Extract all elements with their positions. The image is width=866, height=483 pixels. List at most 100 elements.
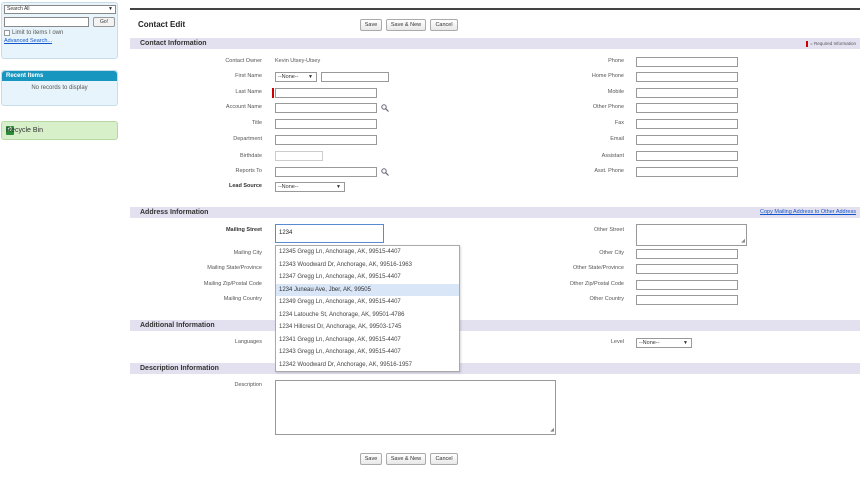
- recycle-bin-label: Recycle Bin: [6, 127, 43, 134]
- limit-to-my-items-checkbox[interactable]: [4, 30, 10, 36]
- last-name-label: Last Name: [235, 89, 262, 95]
- save-button[interactable]: Save: [360, 19, 382, 31]
- description-textarea[interactable]: ◢: [275, 380, 556, 435]
- search-scope-value: Search All: [7, 6, 30, 12]
- autocomplete-suggestion[interactable]: 12345 Gregg Ln, Anchorage, AK, 99515-440…: [276, 246, 459, 259]
- contact-information-header: Contact Information = Required Informati…: [130, 38, 860, 49]
- contact-owner-label: Contact Owner: [225, 58, 262, 64]
- level-select[interactable]: --None-- ▼: [636, 338, 692, 348]
- description-label: Description: [234, 382, 262, 388]
- required-information-label: = Required Information: [810, 41, 856, 46]
- mailing-city-label: Mailing City: [233, 250, 262, 256]
- first-name-input[interactable]: [321, 72, 389, 82]
- assistant-label: Assistant: [601, 153, 624, 159]
- mailing-state-label: Mailing State/Province: [207, 265, 262, 271]
- copy-mailing-address-link[interactable]: Copy Mailing Address to Other Address: [760, 207, 856, 218]
- contact-owner-value: Kevin Utsey-Utsey: [275, 58, 321, 64]
- mobile-input[interactable]: [636, 88, 738, 98]
- home-phone-label: Home Phone: [591, 73, 624, 79]
- section-title: Contact Information: [140, 40, 207, 47]
- autocomplete-suggestion[interactable]: 12343 Gregg Ln, Anchorage, AK, 99515-440…: [276, 346, 459, 359]
- recent-items-title: Recent Items: [2, 71, 117, 81]
- title-label: Title: [251, 120, 262, 126]
- autocomplete-suggestion[interactable]: 12342 Woodward Dr, Anchorage, AK, 99516-…: [276, 359, 459, 372]
- save-button-bottom[interactable]: Save: [360, 453, 382, 465]
- other-country-label: Other Country: [589, 296, 624, 302]
- asst-phone-input[interactable]: [636, 167, 738, 177]
- required-information-legend: = Required Information: [806, 38, 856, 49]
- salutation-select[interactable]: --None-- ▼: [275, 72, 317, 82]
- autocomplete-suggestion[interactable]: 12341 Gregg Ln, Anchorage, AK, 99515-440…: [276, 334, 459, 347]
- resize-grip-icon[interactable]: ◢: [741, 239, 745, 244]
- save-and-new-button[interactable]: Save & New: [386, 19, 426, 31]
- section-title: Description Information: [140, 365, 219, 372]
- lead-source-select[interactable]: --None-- ▼: [275, 182, 345, 192]
- birthdate-input[interactable]: [275, 151, 323, 161]
- salutation-value: --None--: [278, 74, 299, 80]
- page-header: Contact Edit Save Save & New Cancel: [130, 8, 860, 36]
- asst-phone-label: Asst. Phone: [594, 168, 624, 174]
- other-phone-input[interactable]: [636, 103, 738, 113]
- other-city-input[interactable]: [636, 249, 738, 259]
- email-label: Email: [610, 136, 624, 142]
- sidebar: Search All ▼ Go! Limit to items I own Ad…: [0, 0, 120, 483]
- description-information-header: Description Information: [130, 363, 860, 374]
- lead-source-label: Lead Source: [228, 183, 262, 189]
- mailing-country-label: Mailing Country: [223, 296, 262, 302]
- other-zip-input[interactable]: [636, 280, 738, 290]
- chevron-down-icon: ▼: [308, 74, 313, 80]
- section-title: Address Information: [140, 209, 209, 216]
- reports-to-input[interactable]: [275, 167, 377, 177]
- account-name-input[interactable]: [275, 103, 377, 113]
- other-street-label: Other Street: [594, 227, 624, 233]
- fax-input[interactable]: [636, 119, 738, 129]
- resize-grip-icon[interactable]: ◢: [550, 428, 554, 433]
- section-title: Additional Information: [140, 322, 215, 329]
- autocomplete-suggestion[interactable]: 12343 Woodward Dr, Anchorage, AK, 99516-…: [276, 259, 459, 272]
- mailing-zip-label: Mailing Zip/Postal Code: [203, 281, 262, 287]
- save-and-new-button-bottom[interactable]: Save & New: [386, 453, 426, 465]
- assistant-input[interactable]: [636, 151, 738, 161]
- home-phone-input[interactable]: [636, 72, 738, 82]
- other-street-textarea[interactable]: ◢: [636, 224, 747, 246]
- search-input[interactable]: [4, 17, 89, 27]
- autocomplete-suggestion[interactable]: 12347 Gregg Ln, Anchorage, AK, 99515-440…: [276, 271, 459, 284]
- cancel-button[interactable]: Cancel: [430, 19, 458, 31]
- first-name-label: First Name: [235, 73, 262, 79]
- advanced-search-link[interactable]: Advanced Search...: [4, 38, 115, 44]
- lead-source-value: --None--: [278, 184, 299, 190]
- other-state-input[interactable]: [636, 264, 738, 274]
- additional-information-header: Additional Information: [130, 320, 860, 331]
- last-name-input[interactable]: [275, 88, 377, 98]
- other-city-label: Other City: [599, 250, 624, 256]
- languages-label: Languages: [234, 339, 262, 345]
- autocomplete-suggestion[interactable]: 1234 Juneau Ave, Jber, AK, 99505: [276, 283, 459, 296]
- department-input[interactable]: [275, 135, 377, 145]
- other-zip-label: Other Zip/Postal Code: [569, 281, 624, 287]
- account-lookup-icon[interactable]: [381, 104, 389, 112]
- chevron-down-icon: ▼: [683, 340, 688, 346]
- reports-to-lookup-icon[interactable]: [381, 168, 389, 176]
- autocomplete-suggestion[interactable]: 12349 Gregg Ln, Anchorage, AK, 99515-440…: [276, 296, 459, 309]
- address-autocomplete-list: 12345 Gregg Ln, Anchorage, AK, 99515-440…: [275, 245, 460, 372]
- autocomplete-suggestion[interactable]: 1234 Latouche St, Anchorage, AK, 99501-4…: [276, 309, 459, 322]
- cancel-button-bottom[interactable]: Cancel: [430, 453, 458, 465]
- level-label: Level: [610, 339, 624, 345]
- title-input[interactable]: [275, 119, 377, 129]
- search-scope-select[interactable]: Search All ▼: [4, 5, 116, 14]
- page-title: Contact Edit: [138, 20, 186, 29]
- email-input[interactable]: [636, 135, 738, 145]
- fax-label: Fax: [614, 120, 624, 126]
- recycle-bin-link[interactable]: ♻ Recycle Bin: [1, 121, 118, 140]
- go-button[interactable]: Go!: [93, 17, 115, 27]
- level-value: --None--: [639, 340, 660, 346]
- phone-input[interactable]: [636, 57, 738, 67]
- other-country-input[interactable]: [636, 295, 738, 305]
- mailing-street-input[interactable]: 1234: [275, 224, 384, 243]
- chevron-down-icon: ▼: [108, 6, 113, 12]
- department-label: Department: [233, 136, 262, 142]
- contact-edit-page: Contact Edit Save Save & New Cancel: [130, 8, 860, 36]
- account-name-label: Account Name: [225, 104, 262, 110]
- address-information-header: Address Information Copy Mailing Address…: [130, 207, 860, 218]
- autocomplete-suggestion[interactable]: 1234 Hillcrest Dr, Anchorage, AK, 99503-…: [276, 321, 459, 334]
